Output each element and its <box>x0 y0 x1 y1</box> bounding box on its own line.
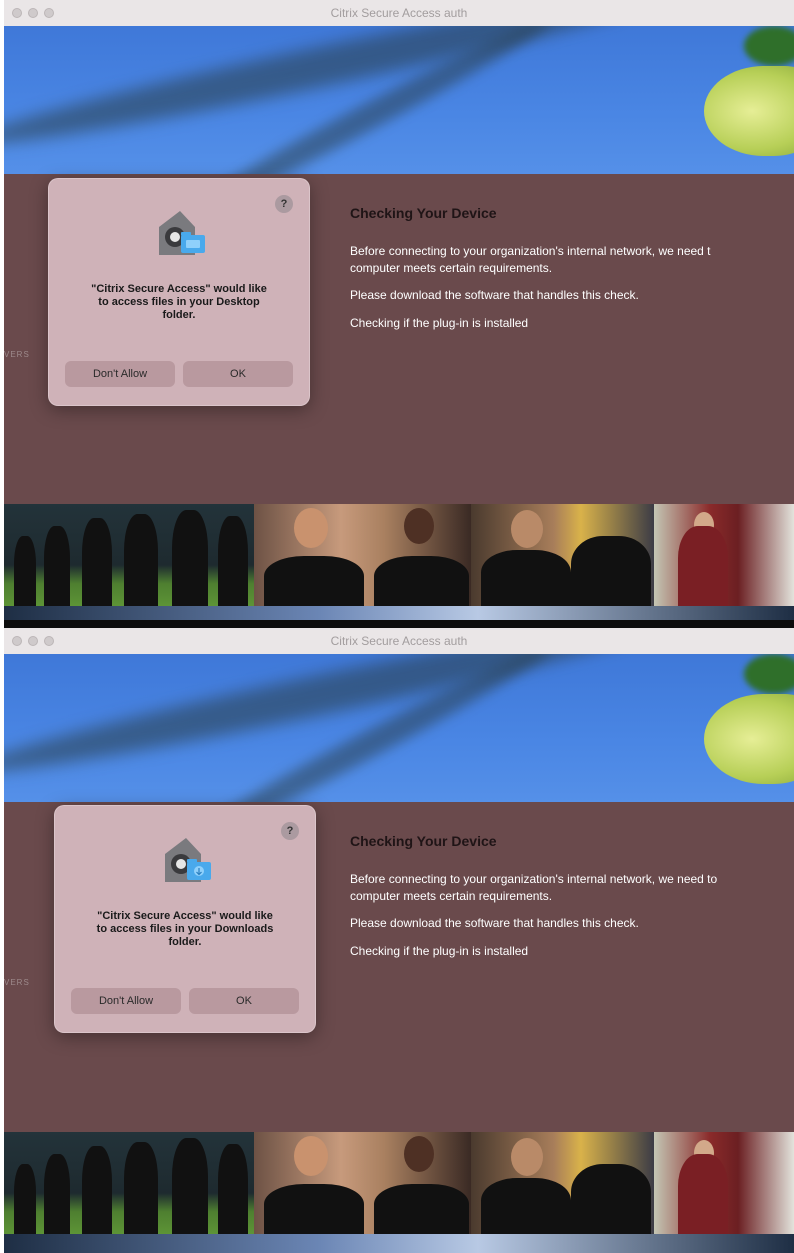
graduation-photo-strip <box>4 504 794 606</box>
privacy-lock-folder-icon <box>165 838 211 882</box>
background-watermark: VERS <box>4 350 30 359</box>
foliage-shape <box>744 26 794 66</box>
permission-message-line-1: "Citrix Secure Access" would like <box>91 283 267 295</box>
permission-message-line-3: folder. <box>162 309 196 321</box>
permission-message-line-3: folder. <box>168 936 202 948</box>
help-button[interactable]: ? <box>275 195 293 213</box>
page-heading: Checking Your Device <box>350 205 497 221</box>
privacy-lock-folder-icon <box>159 211 205 255</box>
permission-message-line-1: "Citrix Secure Access" would like <box>97 910 273 922</box>
ceremony-speaker-photo <box>654 504 794 606</box>
ceremony-speaker-photo <box>654 1132 794 1234</box>
footer-image-bar <box>4 1234 794 1253</box>
background-watermark: VERS <box>4 978 30 987</box>
intro-line-1: Before connecting to your organization's… <box>350 244 711 258</box>
plugin-check-status: Checking if the plug-in is installed <box>350 316 529 330</box>
graduate-in-hood-photo <box>471 504 654 606</box>
graduation-photo-strip <box>4 1132 794 1234</box>
smiling-graduates-photo <box>254 504 471 606</box>
intro-line-2: computer meets certain requirements. <box>350 261 553 275</box>
smiling-graduates-photo <box>254 1132 471 1234</box>
plugin-check-status: Checking if the plug-in is installed <box>350 944 529 958</box>
permission-message-line-2: to access files in your Desktop <box>98 296 260 308</box>
download-instruction: Please download the software that handle… <box>350 288 639 302</box>
permission-message: "Citrix Secure Access" would like to acc… <box>69 910 301 949</box>
files-access-permission-dialog: ? "Citrix Secure Access" would like to a… <box>48 178 310 406</box>
ok-button[interactable]: OK <box>183 361 293 387</box>
window-title: Citrix Secure Access auth <box>330 6 468 20</box>
help-button[interactable]: ? <box>281 822 299 840</box>
leaf-shape <box>704 66 794 156</box>
device-check-panel: Checking Your Device Before connecting t… <box>350 833 794 958</box>
page-heading: Checking Your Device <box>350 833 497 849</box>
permission-message: "Citrix Secure Access" would like to acc… <box>63 283 295 322</box>
intro-paragraph: Before connecting to your organization's… <box>350 243 794 277</box>
header-sky-image <box>4 654 794 802</box>
window-titlebar[interactable]: Citrix Secure Access auth <box>4 628 794 655</box>
ok-button[interactable]: OK <box>189 988 299 1014</box>
window-titlebar[interactable]: Citrix Secure Access auth <box>4 0 794 27</box>
header-sky-image <box>4 26 794 174</box>
permission-message-line-2: to access files in your Downloads <box>96 923 274 935</box>
footer-edge <box>4 620 794 628</box>
intro-paragraph: Before connecting to your organization's… <box>350 871 794 905</box>
citrix-auth-window-desktop: Citrix Secure Access auth VERS Checking … <box>4 0 794 628</box>
intro-line-1: Before connecting to your organization's… <box>350 872 718 886</box>
graduate-in-hood-photo <box>471 1132 654 1234</box>
window-title: Citrix Secure Access auth <box>330 634 468 648</box>
leaf-shape <box>704 694 794 784</box>
device-check-panel: Checking Your Device Before connecting t… <box>350 205 794 330</box>
dont-allow-button[interactable]: Don't Allow <box>65 361 175 387</box>
foliage-shape <box>744 654 794 694</box>
citrix-auth-window-downloads: Citrix Secure Access auth VERS Checking … <box>4 628 794 1253</box>
files-access-permission-dialog: ? "Citrix Secure Access" would like to a… <box>54 805 316 1033</box>
graduates-procession-photo <box>4 1132 254 1234</box>
dont-allow-button[interactable]: Don't Allow <box>71 988 181 1014</box>
download-instruction: Please download the software that handle… <box>350 916 639 930</box>
intro-line-2: computer meets certain requirements. <box>350 889 553 903</box>
graduates-procession-photo <box>4 504 254 606</box>
